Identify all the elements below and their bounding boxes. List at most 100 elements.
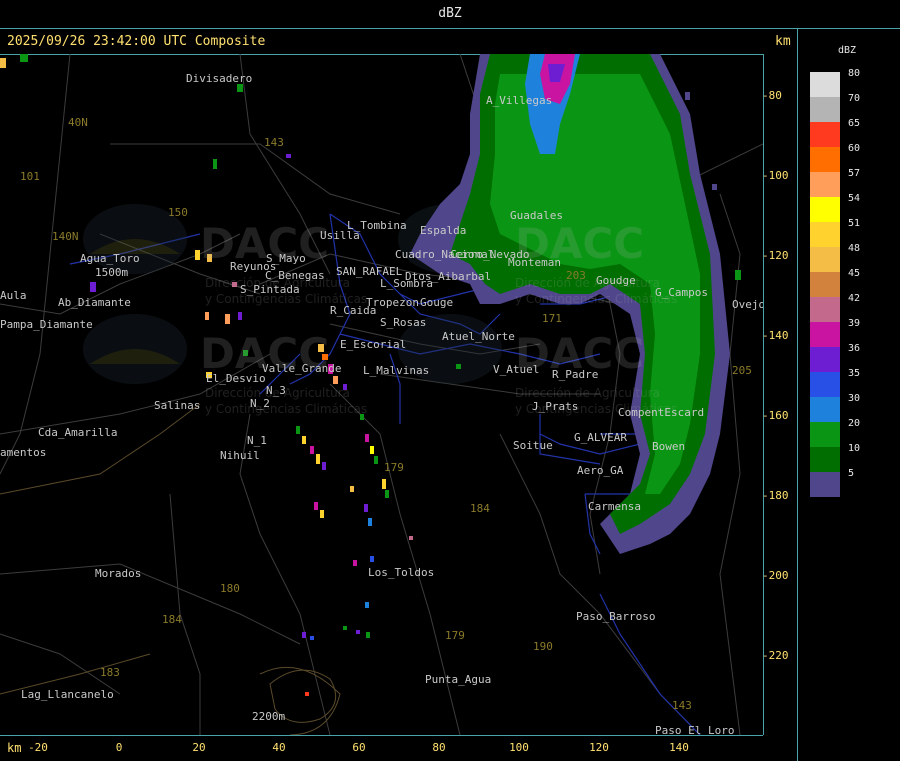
place-label: 1500m: [95, 266, 129, 279]
legend-value: 80: [848, 68, 861, 79]
legend-value: 20: [848, 418, 861, 429]
place-label: Valle_Grande: [262, 362, 342, 375]
legend-swatch: [810, 447, 840, 472]
legend-value: 36: [848, 343, 861, 354]
watermark-line1: Dirección de Agricultura: [515, 386, 660, 400]
watermark-line2: y Contingencias Climáticas: [515, 292, 678, 306]
y-tick: -100: [762, 169, 789, 182]
place-label: Guadales: [510, 209, 563, 222]
watermark-line2: y Contingencias Climáticas: [205, 402, 368, 416]
legend-value: 54: [848, 193, 861, 204]
route-label: 171: [542, 312, 562, 325]
legend-value: 51: [848, 218, 861, 229]
route-label: 205: [732, 364, 752, 377]
x-tick: 120: [589, 741, 609, 754]
legend-swatch: [810, 247, 840, 272]
y-tick: -140: [762, 329, 789, 342]
legend-swatch: [810, 472, 840, 497]
place-label: Bowen: [652, 440, 686, 453]
place-label: Pampa_Diamante: [0, 318, 93, 331]
place-label: Ovejo: [732, 298, 763, 311]
watermark-line1: Dirección de Agricultura: [515, 276, 660, 290]
place-label: Cerro_Nevado: [450, 248, 530, 261]
route-label: 183: [100, 666, 120, 679]
place-label: Los_Toldos: [368, 566, 435, 579]
place-label: G_ALVEAR: [574, 431, 627, 444]
place-label: Goudge: [596, 274, 636, 287]
place-label: amentos: [0, 446, 47, 459]
x-tick: 20: [192, 741, 206, 754]
route-label: 143: [672, 699, 692, 712]
legend-value: 48: [848, 243, 861, 254]
place-label: L_Malvinas: [363, 364, 430, 377]
legend-swatch: [810, 372, 840, 397]
legend-value: 10: [848, 443, 861, 454]
place-label: Ab_Diamante: [58, 296, 131, 309]
legend-title: dBZ: [838, 45, 857, 56]
place-label: 2200m: [252, 710, 286, 723]
legend-colorbar: [810, 72, 840, 497]
title-bar: dBZ: [0, 0, 900, 29]
place-label: Cda_Amarilla: [38, 426, 118, 439]
place-label: N_3: [266, 384, 286, 397]
x-tick: 100: [509, 741, 529, 754]
place-label: L_Tombina: [347, 219, 407, 232]
route-label: 101: [20, 170, 40, 183]
place-label: El_Desvio: [206, 372, 266, 385]
route-label: 150: [168, 206, 188, 219]
route-label: 40N: [68, 116, 88, 129]
axis-unit-bottom: km: [7, 741, 22, 755]
legend-value: 45: [848, 268, 861, 279]
legend-swatch: [810, 347, 840, 372]
place-label: Gouge: [420, 296, 454, 309]
legend-swatch: [810, 147, 840, 172]
place-label: CompentEscard: [618, 406, 705, 419]
frame-top: [0, 28, 900, 29]
legend-value: 35: [848, 368, 861, 379]
legend-value: 30: [848, 393, 861, 404]
legend-value: 70: [848, 93, 861, 104]
place-label: Paso_Barroso: [576, 610, 656, 623]
y-tick: -160: [762, 409, 789, 422]
place-label: Lag_Llancanelo: [21, 688, 114, 701]
route-label: 143: [264, 136, 284, 149]
place-label: S_Pintada: [240, 283, 300, 296]
route-label: 179: [384, 461, 404, 474]
legend-swatch: [810, 422, 840, 447]
legend-swatch: [810, 172, 840, 197]
window-title: dBZ: [438, 6, 462, 21]
y-tick: -200: [762, 569, 789, 582]
place-label: N_2: [250, 397, 270, 410]
place-label: A_Villegas: [486, 94, 553, 107]
y-tick: -180: [762, 489, 789, 502]
x-tick: 40: [272, 741, 286, 754]
map-bottom-border: [0, 735, 763, 736]
legend-swatch: [810, 397, 840, 422]
place-label: Aula: [0, 289, 27, 302]
place-label: Paso_El_Loro: [655, 724, 735, 735]
legend-swatch: [810, 272, 840, 297]
place-label: G_Campos: [655, 286, 708, 299]
legend-swatch: [810, 197, 840, 222]
place-label: Carmensa: [588, 500, 641, 513]
x-tick: -20: [28, 741, 48, 754]
map-right-border: [763, 54, 764, 735]
legend-swatch: [810, 72, 840, 97]
x-tick: 60: [352, 741, 366, 754]
place-label: R_Padre: [552, 368, 599, 381]
place-label: E_Escorial: [340, 338, 407, 351]
place-label: J_Prats: [532, 400, 579, 413]
place-label: Aero_GA: [577, 464, 624, 477]
route-label: 203: [566, 269, 586, 282]
radar-map[interactable]: DACC DACC DACC DACC Dirección de Agricul…: [0, 54, 763, 735]
route-label: 140N: [52, 230, 79, 243]
place-label: Divisadero: [186, 72, 253, 85]
x-tick: 0: [115, 741, 123, 754]
legend-swatch: [810, 297, 840, 322]
route-label: 184: [162, 613, 182, 626]
place-label: Agua_Toro: [80, 252, 140, 265]
place-label: S_Mayo: [266, 252, 306, 265]
legend-swatch: [810, 222, 840, 247]
place-label: C_Benegas: [265, 269, 325, 282]
legend-value: 60: [848, 143, 861, 154]
